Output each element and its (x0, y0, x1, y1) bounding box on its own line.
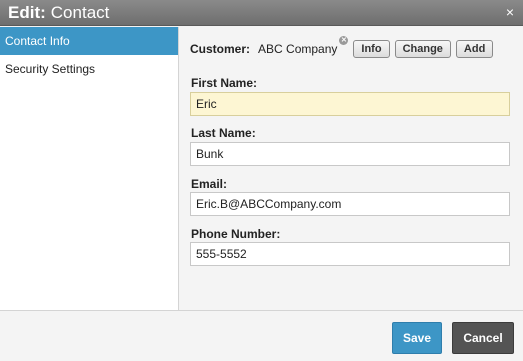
close-icon[interactable]: × (503, 5, 517, 19)
phone-field[interactable] (190, 242, 510, 266)
customer-change-button[interactable]: Change (394, 40, 451, 58)
customer-add-button[interactable]: Add (455, 40, 494, 58)
email-field[interactable] (190, 192, 510, 216)
sidebar-item-security-settings[interactable]: Security Settings (0, 55, 178, 83)
customer-info-button[interactable]: Info (353, 40, 390, 58)
sidebar: Contact Info Security Settings (0, 27, 179, 310)
first-name-field[interactable] (190, 92, 510, 116)
first-name-label: First Name: (191, 76, 258, 90)
save-button[interactable]: Save (392, 322, 442, 354)
sidebar-item-contact-info[interactable]: Contact Info (0, 27, 178, 55)
dialog-titlebar: Edit: Contact × (0, 0, 523, 26)
customer-name: ABC Company (258, 42, 338, 56)
last-name-field[interactable] (190, 142, 510, 166)
last-name-label: Last Name: (191, 126, 256, 140)
cancel-button[interactable]: Cancel (452, 322, 514, 354)
dialog-footer: Save Cancel (0, 310, 523, 361)
dialog-title-prefix: Edit: (8, 2, 46, 22)
customer-row: Customer: ABC Company ✕ Info Change Add (190, 36, 494, 58)
phone-label: Phone Number: (191, 227, 281, 241)
remove-icon[interactable]: ✕ (339, 36, 349, 45)
dialog-title: Contact (50, 2, 110, 22)
customer-label: Customer: (190, 42, 251, 56)
customer-value: ABC Company ✕ (258, 36, 349, 56)
main-panel: Customer: ABC Company ✕ Info Change Add … (180, 27, 523, 310)
email-label: Email: (191, 177, 228, 191)
